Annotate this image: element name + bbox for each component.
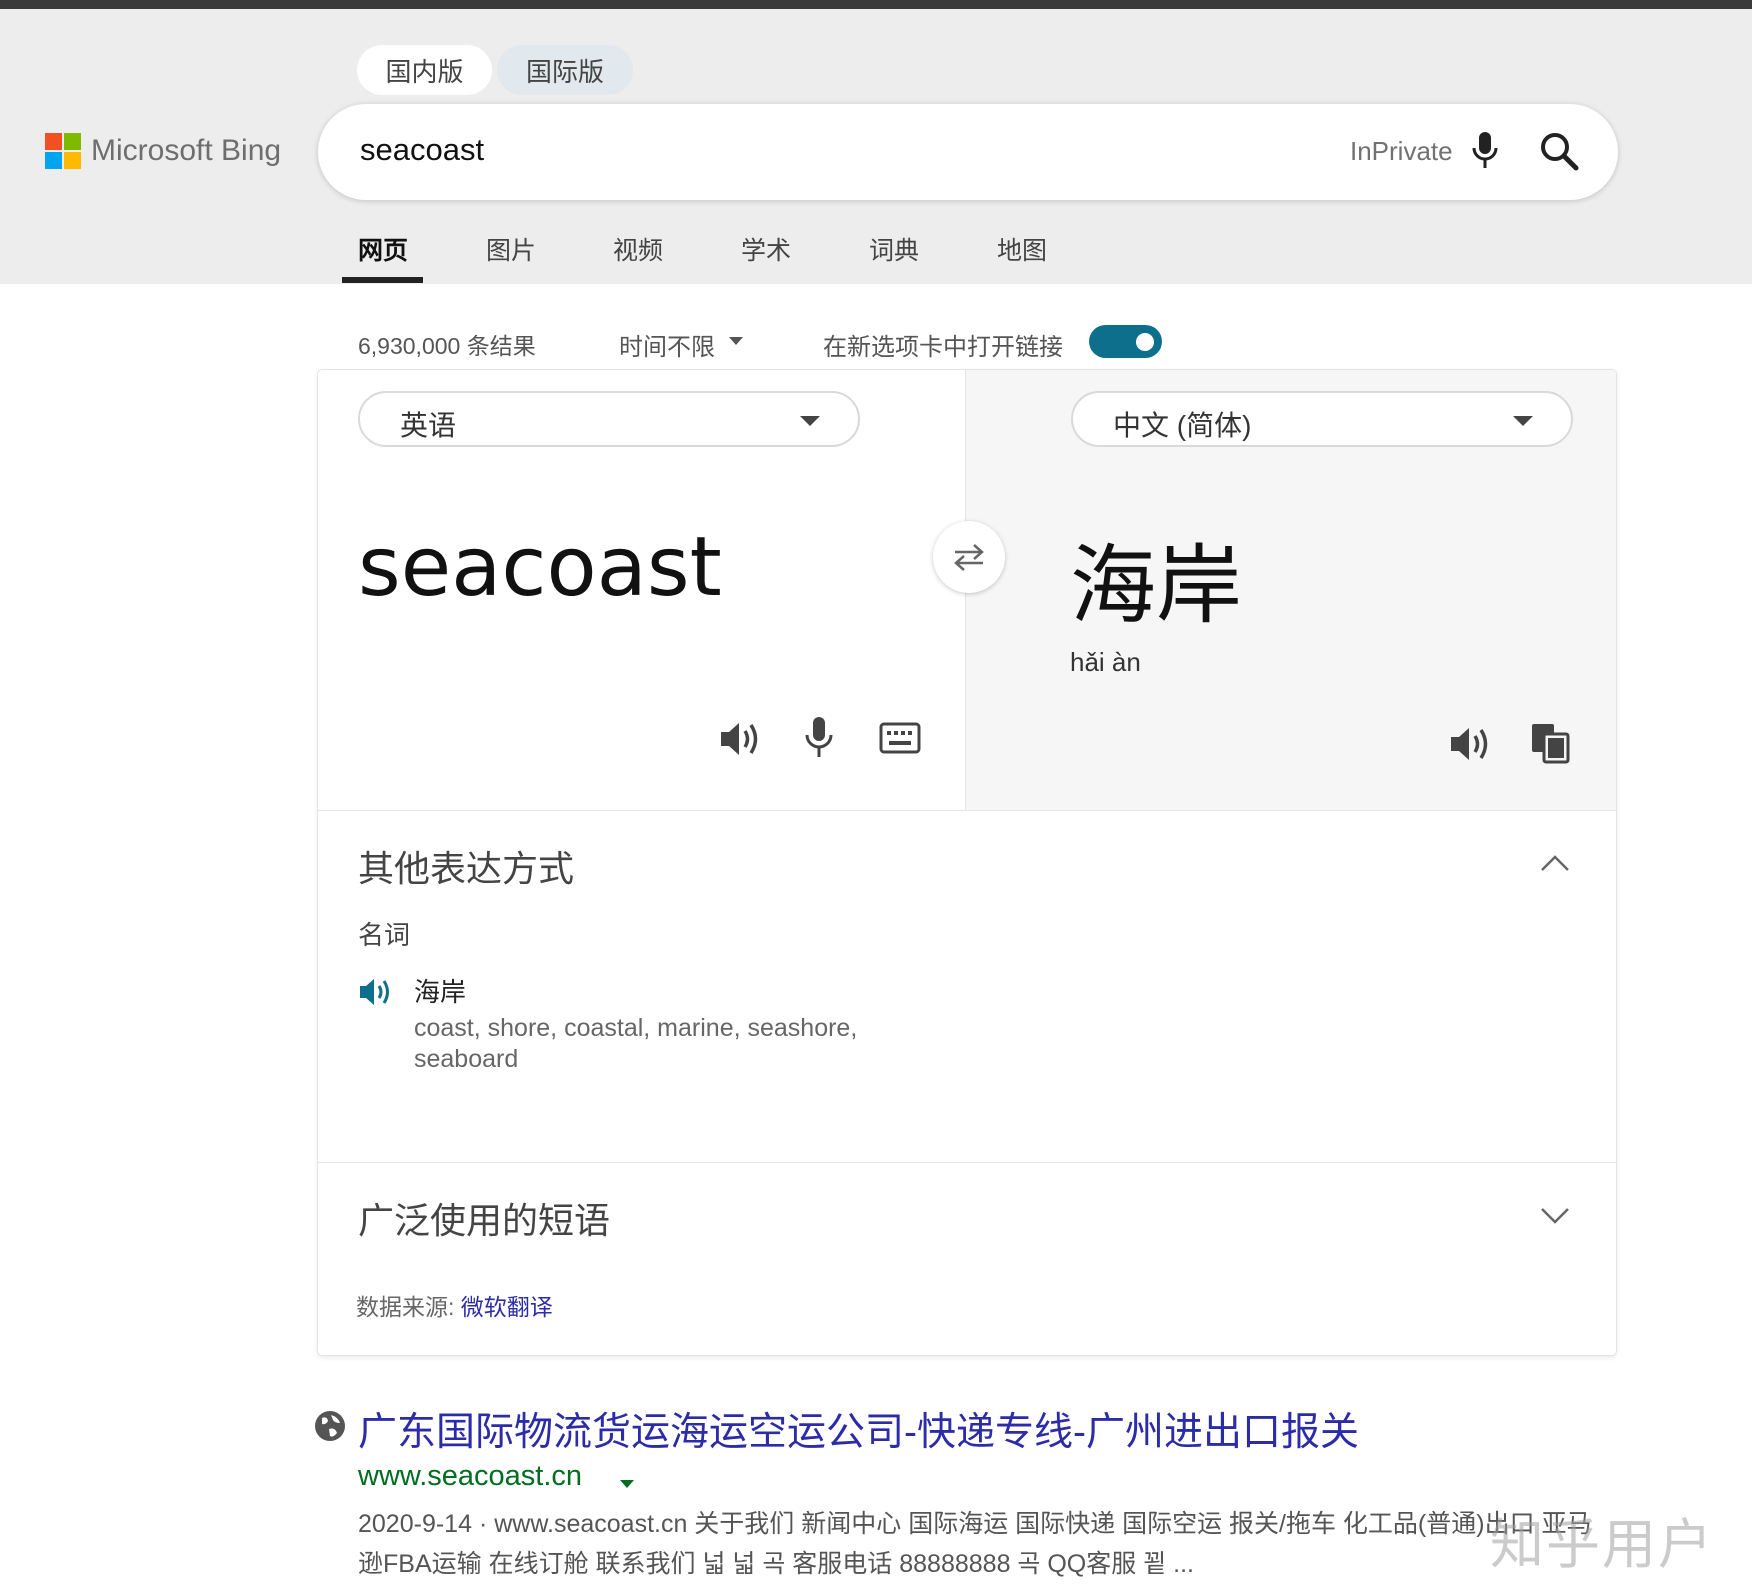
alternative-word[interactable]: 海岸 — [414, 972, 466, 1009]
copy-icon[interactable] — [1530, 722, 1572, 764]
result-count: 6,930,000 条结果 — [358, 333, 536, 359]
divider — [318, 1162, 1616, 1163]
toggle-knob — [1136, 333, 1154, 351]
source-language-label: 英语 — [400, 410, 457, 441]
swap-icon — [954, 544, 984, 571]
result-snippet-text: www.seacoast.cn 关于我们 新闻中心 国际海运 国际快递 国际空运… — [358, 1510, 1592, 1578]
other-expressions-title: 其他表达方式 — [358, 848, 575, 889]
chevron-up-icon[interactable] — [1540, 848, 1570, 878]
result-snippet: 2020-9-14 · www.seacoast.cn 关于我们 新闻中心 国际… — [358, 1504, 1598, 1584]
caret-down-icon[interactable] — [620, 1480, 634, 1488]
window-top-strip — [0, 0, 1752, 9]
chevron-down-icon[interactable] — [1540, 1200, 1570, 1230]
watermark: 知乎用户 — [1490, 1515, 1714, 1575]
data-source-label: 数据来源: — [356, 1294, 455, 1320]
caret-down-icon — [800, 416, 820, 426]
data-source: 数据来源: 微软翻译 — [356, 1288, 553, 1322]
result-url[interactable]: www.seacoast.cn — [358, 1460, 582, 1493]
tab-web[interactable]: 网页 — [358, 231, 408, 267]
version-tab-international[interactable]: 国际版 — [497, 45, 633, 95]
microphone-icon[interactable] — [804, 715, 834, 761]
result-title-link[interactable]: 广东国际物流货运海运空运公司-快递专线-广州进出口报关 — [358, 1401, 1359, 1457]
tab-maps[interactable]: 地图 — [997, 231, 1047, 267]
speaker-icon[interactable] — [358, 975, 394, 1009]
swap-languages-button[interactable] — [933, 521, 1005, 593]
divider — [318, 810, 1616, 811]
keyboard-icon[interactable] — [879, 721, 921, 755]
part-of-speech: 名词 — [358, 920, 411, 950]
common-phrases-title: 广泛使用的短语 — [358, 1200, 611, 1241]
caret-down-icon — [1513, 416, 1533, 426]
speaker-icon[interactable] — [1448, 722, 1494, 766]
separator-dot: · — [478, 1510, 495, 1538]
time-filter-dropdown[interactable]: 时间不限 — [619, 327, 715, 362]
version-tab-domestic[interactable]: 国内版 — [357, 45, 492, 95]
target-language-label: 中文 (简体) — [1113, 410, 1252, 441]
tab-academic[interactable]: 学术 — [741, 231, 791, 267]
speaker-icon[interactable] — [718, 717, 764, 761]
search-box[interactable]: seacoast InPrivate — [318, 104, 1618, 200]
alternative-synonyms: coast, shore, coastal, marine, seashore,… — [414, 1014, 858, 1073]
microphone-icon[interactable] — [1470, 130, 1500, 172]
microsoft-logo-icon — [45, 133, 81, 169]
pinyin: hǎi àn — [1070, 647, 1141, 677]
data-source-link[interactable]: 微软翻译 — [461, 1294, 553, 1320]
caret-down-icon[interactable] — [729, 337, 743, 345]
logo-text: Microsoft Bing — [91, 134, 282, 167]
header: 国内版 国际版 Microsoft Bing seacoast InPrivat… — [0, 9, 1752, 284]
bing-logo[interactable]: Microsoft Bing — [45, 133, 281, 169]
source-language-select[interactable]: 英语 — [358, 391, 860, 447]
active-tab-indicator — [342, 277, 423, 283]
search-input[interactable]: seacoast — [360, 132, 484, 168]
open-new-tab-toggle[interactable] — [1089, 325, 1162, 358]
target-language-select[interactable]: 中文 (简体) — [1071, 391, 1573, 447]
inprivate-label: InPrivate — [1350, 136, 1453, 166]
result-date: 2020-9-14 — [358, 1510, 472, 1538]
tab-videos[interactable]: 视频 — [613, 231, 663, 267]
tab-images[interactable]: 图片 — [486, 231, 536, 267]
globe-icon — [315, 1411, 345, 1441]
target-text: 海岸 — [1070, 538, 1242, 634]
translator-card: 英语 中文 (简体) seacoast 海岸 hǎi àn 其他表达方式 名词 … — [318, 370, 1616, 1355]
search-icon[interactable] — [1538, 130, 1580, 172]
source-text[interactable]: seacoast — [358, 520, 722, 615]
tab-dictionary[interactable]: 词典 — [869, 231, 919, 267]
open-new-tab-label: 在新选项卡中打开链接 — [823, 334, 1063, 361]
